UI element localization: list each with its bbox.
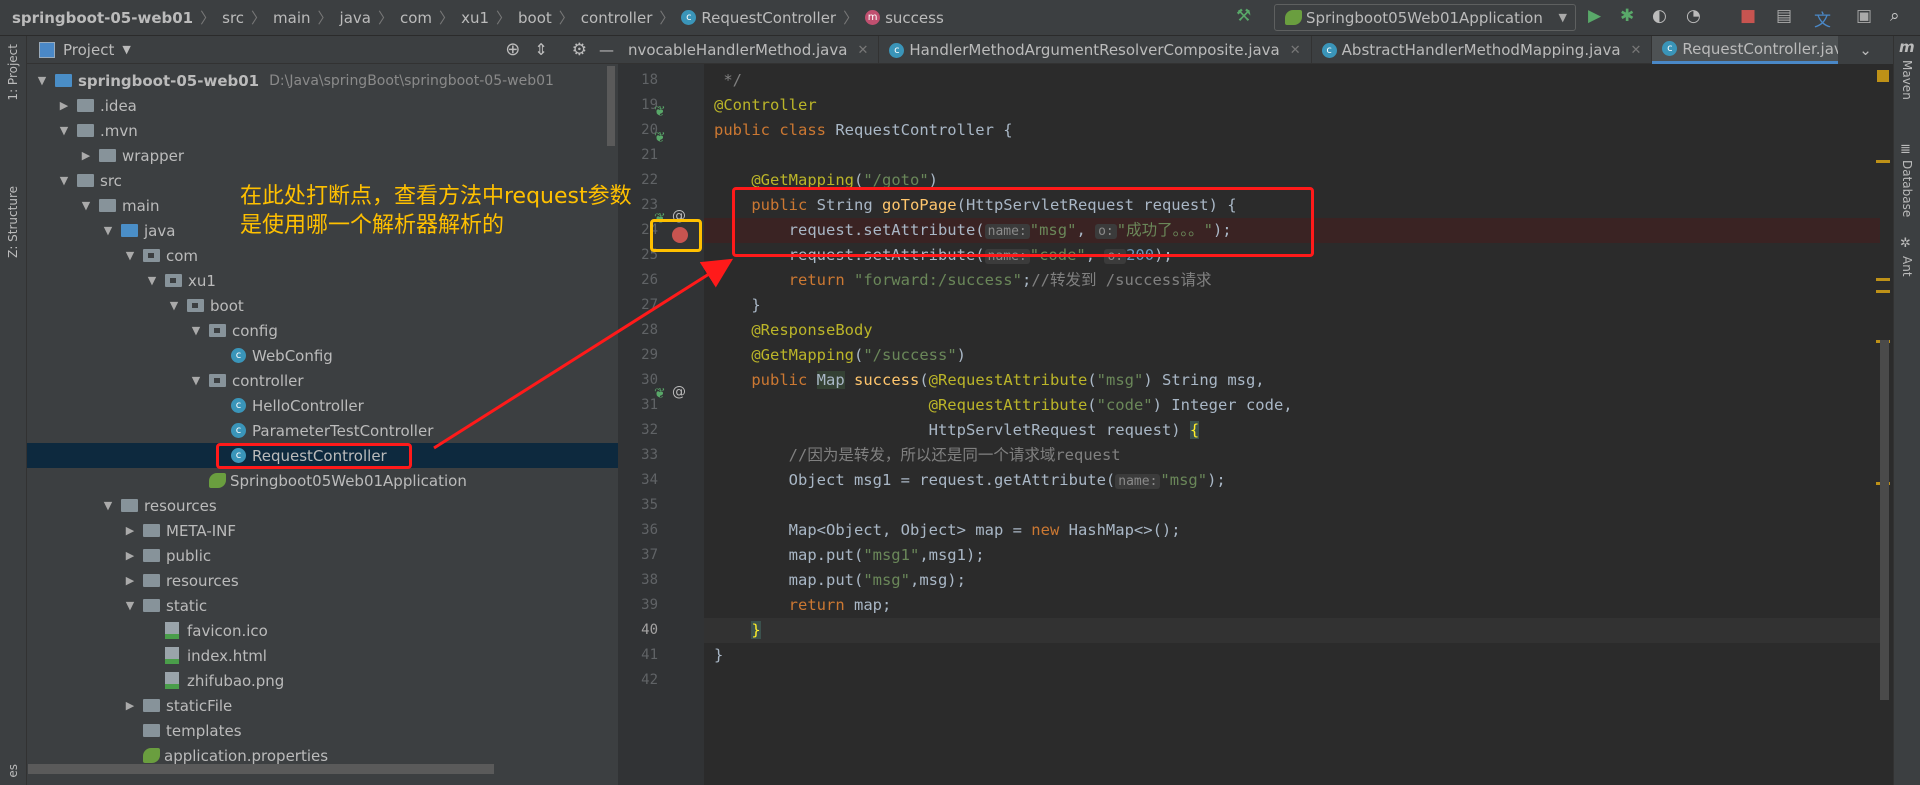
- arrow-line: [433, 258, 734, 450]
- annotation-arrow: [433, 258, 734, 450]
